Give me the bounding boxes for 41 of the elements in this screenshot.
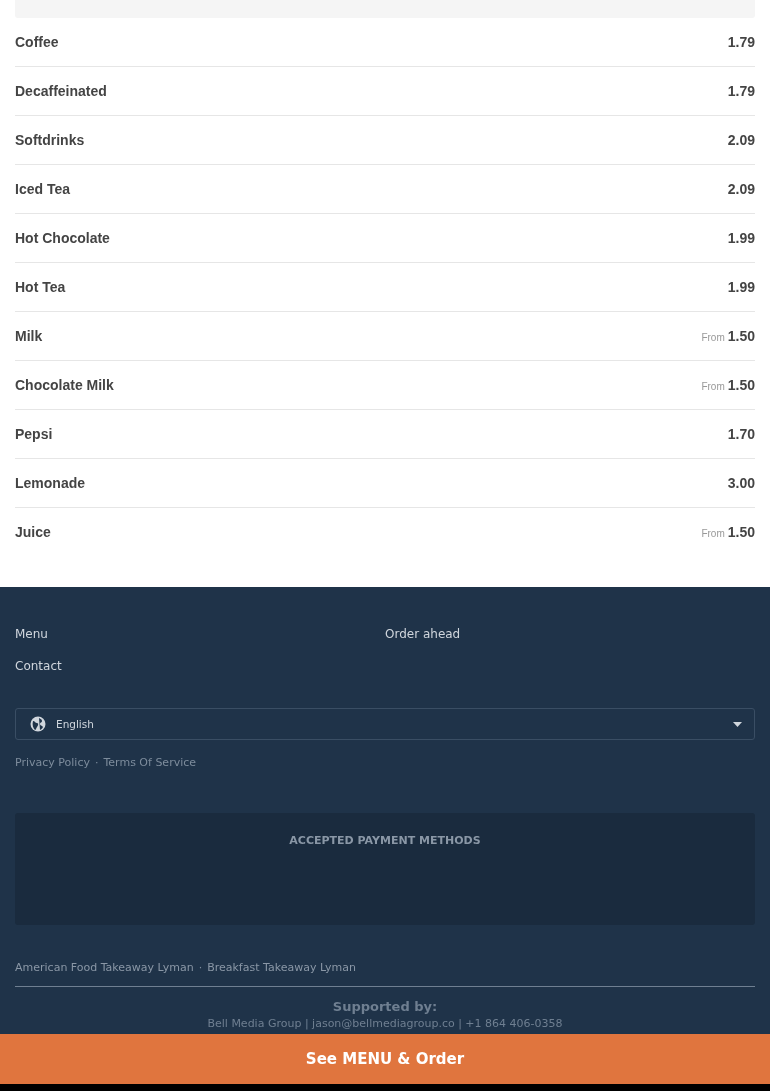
caret-icon (733, 721, 742, 727)
item-price: 1.99 (727, 229, 755, 246)
item-price: 1.99 (727, 278, 755, 295)
item-price: 1.50 (727, 523, 755, 540)
globe-icon (30, 716, 46, 732)
item-name: Softdrinks (15, 131, 85, 148)
item-name: Lemonade (15, 474, 85, 491)
payment-heading: ACCEPTED PAYMENT METHODS (289, 834, 481, 848)
footer-link[interactable]: Contact (15, 657, 385, 675)
category-link[interactable]: American Food Takeaway Lyman (15, 961, 194, 974)
separator-dot: · (198, 961, 203, 974)
item-price: 1.50 (727, 327, 755, 344)
item-price: 1.50 (727, 376, 755, 393)
item-price: 1.79 (727, 33, 755, 50)
item-name: Coffee (15, 33, 59, 50)
item-name: Hot Chocolate (15, 229, 110, 246)
language-select[interactable]: English (15, 708, 755, 740)
price-prefix: From (701, 527, 725, 539)
item-name: Juice (15, 523, 51, 540)
category-link[interactable]: Breakfast Takeaway Lyman (207, 961, 356, 974)
item-price: 2.09 (727, 180, 755, 197)
item-name: Decaffeinated (15, 82, 107, 99)
footer-link[interactable]: Order ahead (385, 625, 755, 643)
item-price: 1.70 (727, 425, 755, 442)
item-price: 1.79 (727, 82, 755, 99)
item-name: Chocolate Milk (15, 376, 114, 393)
supported-heading: Supported by: (331, 999, 439, 1015)
item-name: Pepsi (15, 425, 53, 442)
item-name: Milk (15, 327, 43, 344)
item-price: 3.00 (727, 474, 755, 491)
legal-link[interactable]: Terms Of Service (103, 756, 197, 769)
item-name: Iced Tea (15, 180, 70, 197)
sponsor-contact: Bell Media Group | jason@bellmediagroup.co | +1 864 406-0358 (207, 1017, 563, 1030)
footer-link[interactable]: Menu (15, 625, 385, 643)
price-prefix: From (701, 380, 725, 392)
order-button[interactable]: See MENU & Order (0, 1034, 770, 1084)
item-price: 2.09 (727, 131, 755, 148)
legal-link[interactable]: Privacy Policy (15, 756, 90, 769)
item-name: Hot Tea (15, 278, 66, 295)
price-prefix: From (701, 331, 725, 343)
separator-dot: · (94, 756, 99, 769)
